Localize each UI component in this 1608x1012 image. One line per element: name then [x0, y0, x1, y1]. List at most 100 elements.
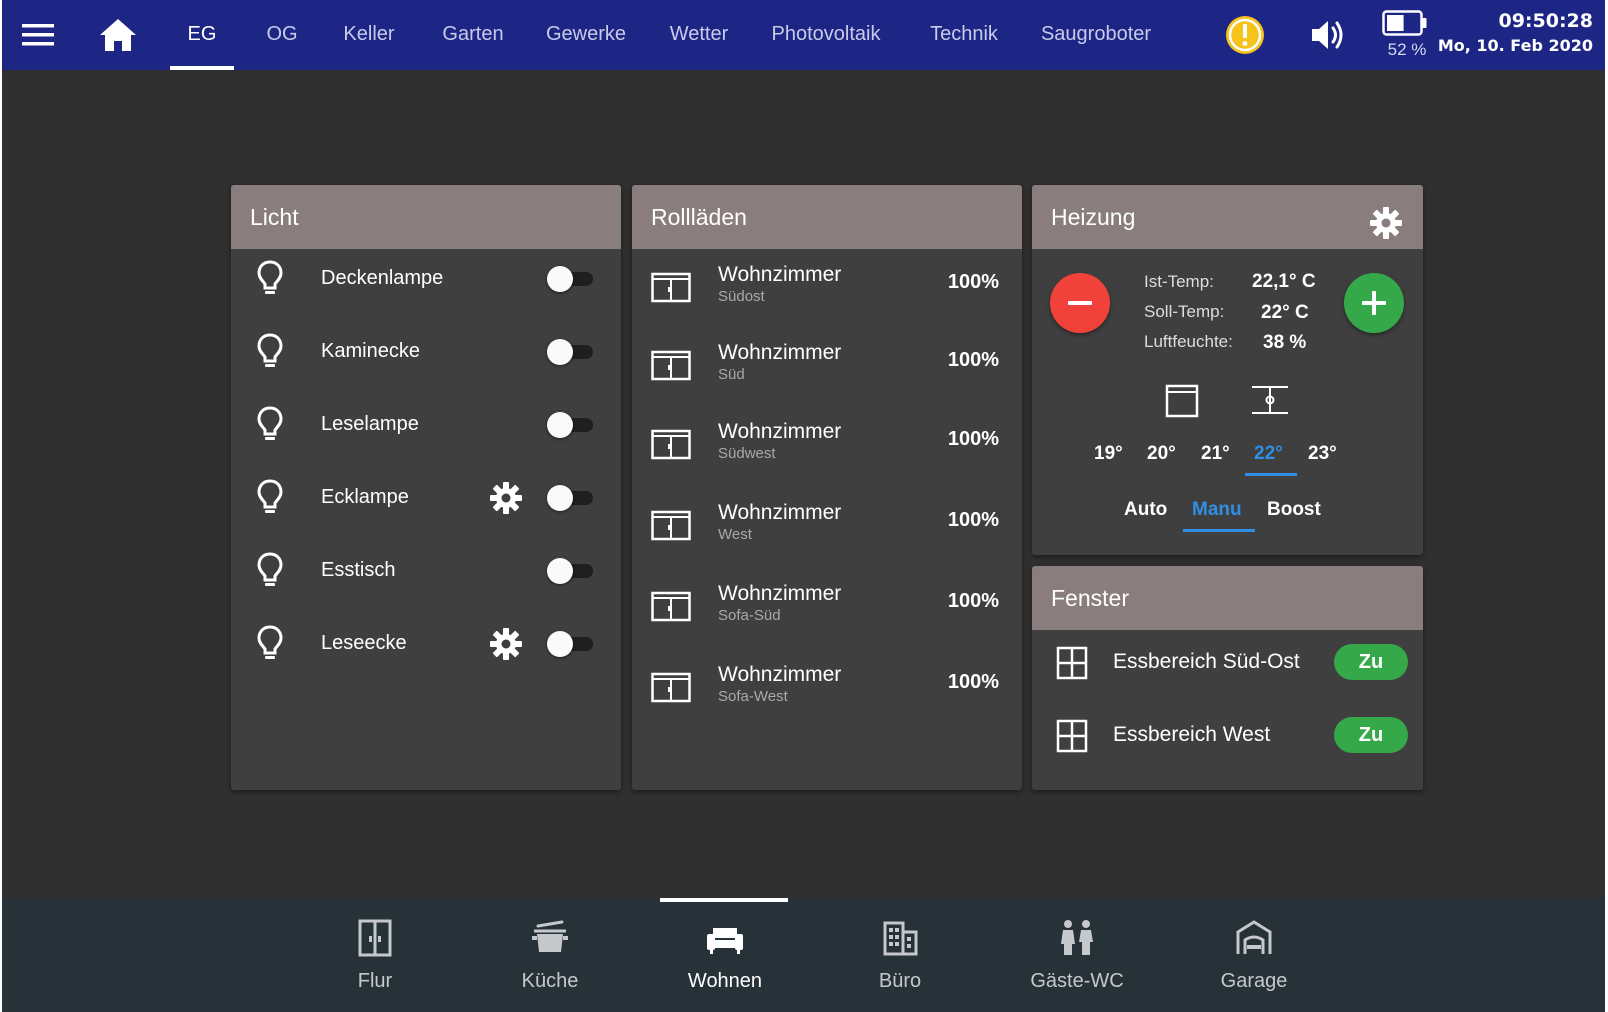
shutter-name: Wohnzimmer [718, 341, 842, 364]
light-toggle[interactable] [547, 484, 593, 512]
room-buero[interactable]: Büro [835, 898, 965, 1012]
window-shutter-icon [651, 271, 691, 303]
door-icon [355, 918, 395, 958]
room-label: Flur [357, 970, 393, 992]
room-flur[interactable]: Flur [310, 898, 440, 1012]
restroom-icon [1057, 918, 1097, 958]
tab-garten[interactable]: Garten [432, 0, 514, 70]
window-shutter-icon [651, 509, 691, 541]
tab-og[interactable]: OG [254, 0, 310, 70]
shutter-row[interactable]: Wohnzimmer West 100% [632, 495, 1022, 557]
tab-keller[interactable]: Keller [330, 0, 408, 70]
shutter-row[interactable]: Wohnzimmer Süd 100% [632, 335, 1022, 397]
shutter-location: Sofa-Süd [718, 607, 781, 624]
menu-icon[interactable] [20, 19, 56, 51]
temp-option-20[interactable]: 20° [1147, 443, 1176, 465]
light-row-deckenlampe: Deckenlampe [231, 251, 621, 307]
clock-time: 09:50:28 [1498, 10, 1593, 32]
shutter-row[interactable]: Wohnzimmer Südost 100% [632, 257, 1022, 319]
shutter-position: 100% [947, 590, 999, 612]
ist-temp-value: 22,1° C [1252, 271, 1316, 292]
card-rolllaeden: Rollläden Wohnzimmer Südost 100% Wohnzim… [632, 185, 1022, 790]
light-row-ecklampe: Ecklampe [231, 470, 621, 526]
battery-icon [1382, 10, 1428, 36]
speaker-icon[interactable] [1308, 15, 1348, 55]
card-title-heizung: Heizung [1032, 185, 1423, 249]
app-window: EG OG Keller Garten Gewerke Wetter Photo… [2, 0, 1605, 1012]
window-label: Essbereich West [1113, 723, 1271, 746]
lightbulb-icon [255, 259, 285, 299]
gear-icon[interactable] [1369, 200, 1403, 239]
mode-auto[interactable]: Auto [1124, 499, 1167, 521]
room-kueche[interactable]: Küche [485, 898, 615, 1012]
luftfeuchte-label: Luftfeuchte: [1144, 332, 1233, 351]
home-icon[interactable] [98, 15, 138, 55]
card-licht: Licht Deckenlampe Kaminecke Leselampe Ec… [231, 185, 621, 790]
valve-icon[interactable] [1250, 381, 1290, 421]
temp-option-22[interactable]: 22° [1254, 443, 1283, 465]
shutter-row[interactable]: Wohnzimmer Südwest 100% [632, 414, 1022, 476]
tab-gewerke[interactable]: Gewerke [538, 0, 634, 70]
card-fenster: Fenster Essbereich Süd-Ost Zu Essbereich… [1032, 566, 1423, 790]
shutter-name: Wohnzimmer [718, 420, 842, 443]
card-title-rolllaeden: Rollläden [632, 185, 1022, 249]
room-label: Küche [521, 970, 579, 992]
window-status-badge: Zu [1334, 644, 1408, 680]
shutter-position: 100% [947, 271, 999, 293]
window-row-essbereich-west: Essbereich West Zu [1032, 705, 1423, 765]
light-row-leseecke: Leseecke [231, 616, 621, 672]
temp-option-23[interactable]: 23° [1308, 443, 1337, 465]
light-toggle[interactable] [547, 338, 593, 366]
card-title-fenster: Fenster [1032, 566, 1423, 630]
card-title-licht: Licht [231, 185, 621, 249]
light-toggle[interactable] [547, 265, 593, 293]
decrease-temperature-button[interactable] [1050, 273, 1110, 333]
tab-eg[interactable]: EG [170, 0, 234, 70]
window-row-essbereich-sued-ost: Essbereich Süd-Ost Zu [1032, 632, 1423, 692]
ist-temp-label: Ist-Temp: [1144, 272, 1214, 291]
temp-option-21[interactable]: 21° [1201, 443, 1230, 465]
soll-temp-label: Soll-Temp: [1144, 302, 1225, 321]
shutter-row[interactable]: Wohnzimmer Sofa-Süd 100% [632, 576, 1022, 638]
room-navigation: Flur Küche Wohnen Büro Gäste-WC Garage [2, 898, 1605, 1012]
tab-photovoltaik[interactable]: Photovoltaik [762, 0, 890, 70]
sofa-icon [705, 918, 745, 958]
shutter-position: 100% [947, 509, 999, 531]
room-label: Garage [1220, 970, 1288, 992]
window-open-icon[interactable] [1162, 381, 1202, 421]
room-garage[interactable]: Garage [1189, 898, 1319, 1012]
room-wohnen[interactable]: Wohnen [660, 898, 790, 1012]
mode-manu[interactable]: Manu [1192, 499, 1242, 521]
light-toggle[interactable] [547, 630, 593, 658]
gear-icon[interactable] [489, 481, 523, 515]
shutter-row[interactable]: Wohnzimmer Sofa-West 100% [632, 657, 1022, 719]
increase-temperature-button[interactable] [1344, 273, 1404, 333]
tab-technik[interactable]: Technik [920, 0, 1008, 70]
window-status-badge: Zu [1334, 717, 1408, 753]
gear-icon[interactable] [489, 627, 523, 661]
alert-icon[interactable] [1225, 15, 1265, 55]
lightbulb-icon [255, 624, 285, 664]
room-gaeste-wc[interactable]: Gäste-WC [1012, 898, 1142, 1012]
window-shutter-icon [651, 349, 691, 381]
luftfeuchte-value: 38 % [1263, 332, 1307, 353]
tab-saugroboter[interactable]: Saugroboter [1032, 0, 1160, 70]
tab-wetter[interactable]: Wetter [658, 0, 740, 70]
light-label: Kaminecke [321, 340, 420, 362]
shutter-location: Süd [718, 366, 745, 383]
temp-option-19[interactable]: 19° [1094, 443, 1123, 465]
window-icon [1056, 646, 1088, 680]
mode-boost[interactable]: Boost [1267, 499, 1321, 521]
light-label: Ecklampe [321, 486, 409, 508]
window-shutter-icon [651, 590, 691, 622]
light-row-kaminecke: Kaminecke [231, 324, 621, 380]
shutter-name: Wohnzimmer [718, 663, 842, 686]
clock-date: Mo, 10. Feb 2020 [1437, 36, 1593, 55]
light-toggle[interactable] [547, 557, 593, 585]
shutter-position: 100% [947, 671, 999, 693]
window-shutter-icon [651, 671, 691, 703]
pot-icon [530, 918, 570, 958]
shutter-location: Sofa-West [718, 688, 788, 705]
light-toggle[interactable] [547, 411, 593, 439]
shutter-name: Wohnzimmer [718, 501, 842, 524]
